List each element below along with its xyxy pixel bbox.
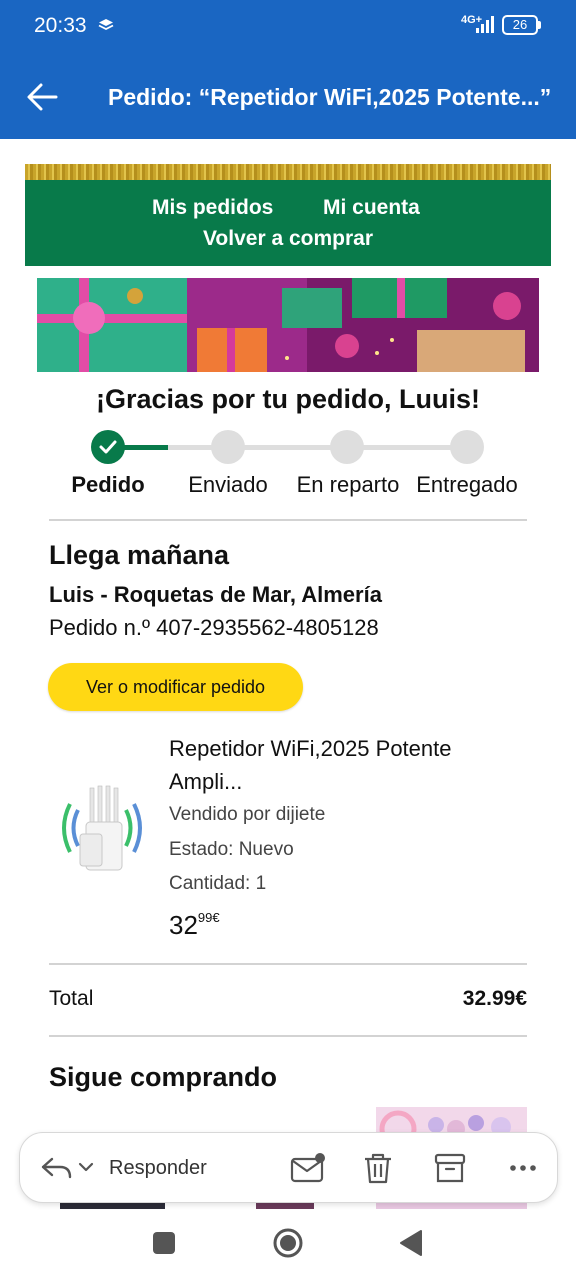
divider <box>49 1035 527 1037</box>
trash-icon[interactable] <box>360 1151 396 1185</box>
mark-unread-icon[interactable] <box>290 1151 326 1185</box>
back-arrow-icon[interactable] <box>22 80 62 114</box>
product-condition: Estado: Nuevo <box>169 839 294 860</box>
product-price: 3299€ <box>169 910 220 941</box>
product-seller: Vendido por dijiete <box>169 804 326 825</box>
tracker-step-label: Entregado <box>416 472 518 497</box>
recommended-product-image[interactable] <box>60 1203 165 1209</box>
total-value: 32.99€ <box>462 987 527 1010</box>
keep-shopping-heading: Sigue comprando <box>49 1062 278 1092</box>
reply-icon[interactable] <box>40 1155 74 1181</box>
tracker-step-dot <box>211 430 245 464</box>
tracker-step-dot <box>91 430 125 464</box>
tracker-step-label: Enviado <box>188 472 268 497</box>
email-nav: Mis pedidos Mi cuenta Volver a comprar <box>25 180 551 266</box>
buy-again-link[interactable]: Volver a comprar <box>25 227 551 251</box>
chevron-down-icon[interactable] <box>78 1161 94 1173</box>
recent-apps-icon[interactable] <box>153 1232 175 1254</box>
price-fraction: 99€ <box>197 910 220 925</box>
tracker-step-label: Pedido <box>71 472 145 497</box>
reply-label[interactable]: Responder <box>109 1157 207 1180</box>
thanks-heading: ¡Gracias por tu pedido, Luuis! <box>95 384 481 414</box>
checkmark-icon <box>99 440 117 454</box>
arrival-heading: Llega mañana <box>49 540 230 570</box>
recommended-product-image[interactable] <box>376 1203 527 1209</box>
archive-icon[interactable] <box>432 1151 468 1185</box>
system-nav-bar <box>0 1210 576 1280</box>
divider <box>49 519 527 521</box>
more-icon[interactable] <box>505 1151 541 1185</box>
email-action-bar: Responder <box>19 1132 558 1203</box>
tracker-step-label: En reparto <box>296 472 400 497</box>
product-quantity: Cantidad: 1 <box>169 873 267 894</box>
order-number: Pedido n.º 407-2935562-4805128 <box>49 615 379 640</box>
shipping-address: Luis - Roquetas de Mar, Almería <box>49 582 382 607</box>
product-image[interactable] <box>56 780 148 876</box>
status-bar: 20:33 4G+ 26 <box>0 0 576 52</box>
total-label: Total <box>49 987 94 1010</box>
nav-back-icon[interactable] <box>399 1229 423 1257</box>
tracker-step-dot <box>450 430 484 464</box>
recommended-product-image[interactable] <box>256 1203 314 1209</box>
my-account-link[interactable]: Mi cuenta <box>323 196 420 220</box>
gift-banner-image[interactable] <box>37 278 539 372</box>
battery-level: 26 <box>502 15 538 35</box>
product-title[interactable]: Repetidor WiFi,2025 Potente Ampli... <box>169 732 499 798</box>
my-orders-link[interactable]: Mis pedidos <box>152 196 273 220</box>
modify-order-button[interactable]: Ver o modificar pedido <box>48 663 303 711</box>
divider <box>49 963 527 965</box>
signal-icon <box>476 16 494 33</box>
price-whole: 32 <box>169 910 198 940</box>
decorative-gold-strip <box>25 164 551 180</box>
layers-icon <box>98 19 114 31</box>
home-icon[interactable] <box>272 1227 304 1259</box>
tracker-step-dot <box>330 430 364 464</box>
page-title: Pedido: “Repetidor WiFi,2025 Potente...” <box>108 84 552 110</box>
app-bar: 20:33 4G+ 26 Pedido: “Repetidor WiFi,202… <box>0 0 576 139</box>
status-time: 20:33 <box>34 14 87 37</box>
battery-icon: 26 <box>502 15 542 35</box>
